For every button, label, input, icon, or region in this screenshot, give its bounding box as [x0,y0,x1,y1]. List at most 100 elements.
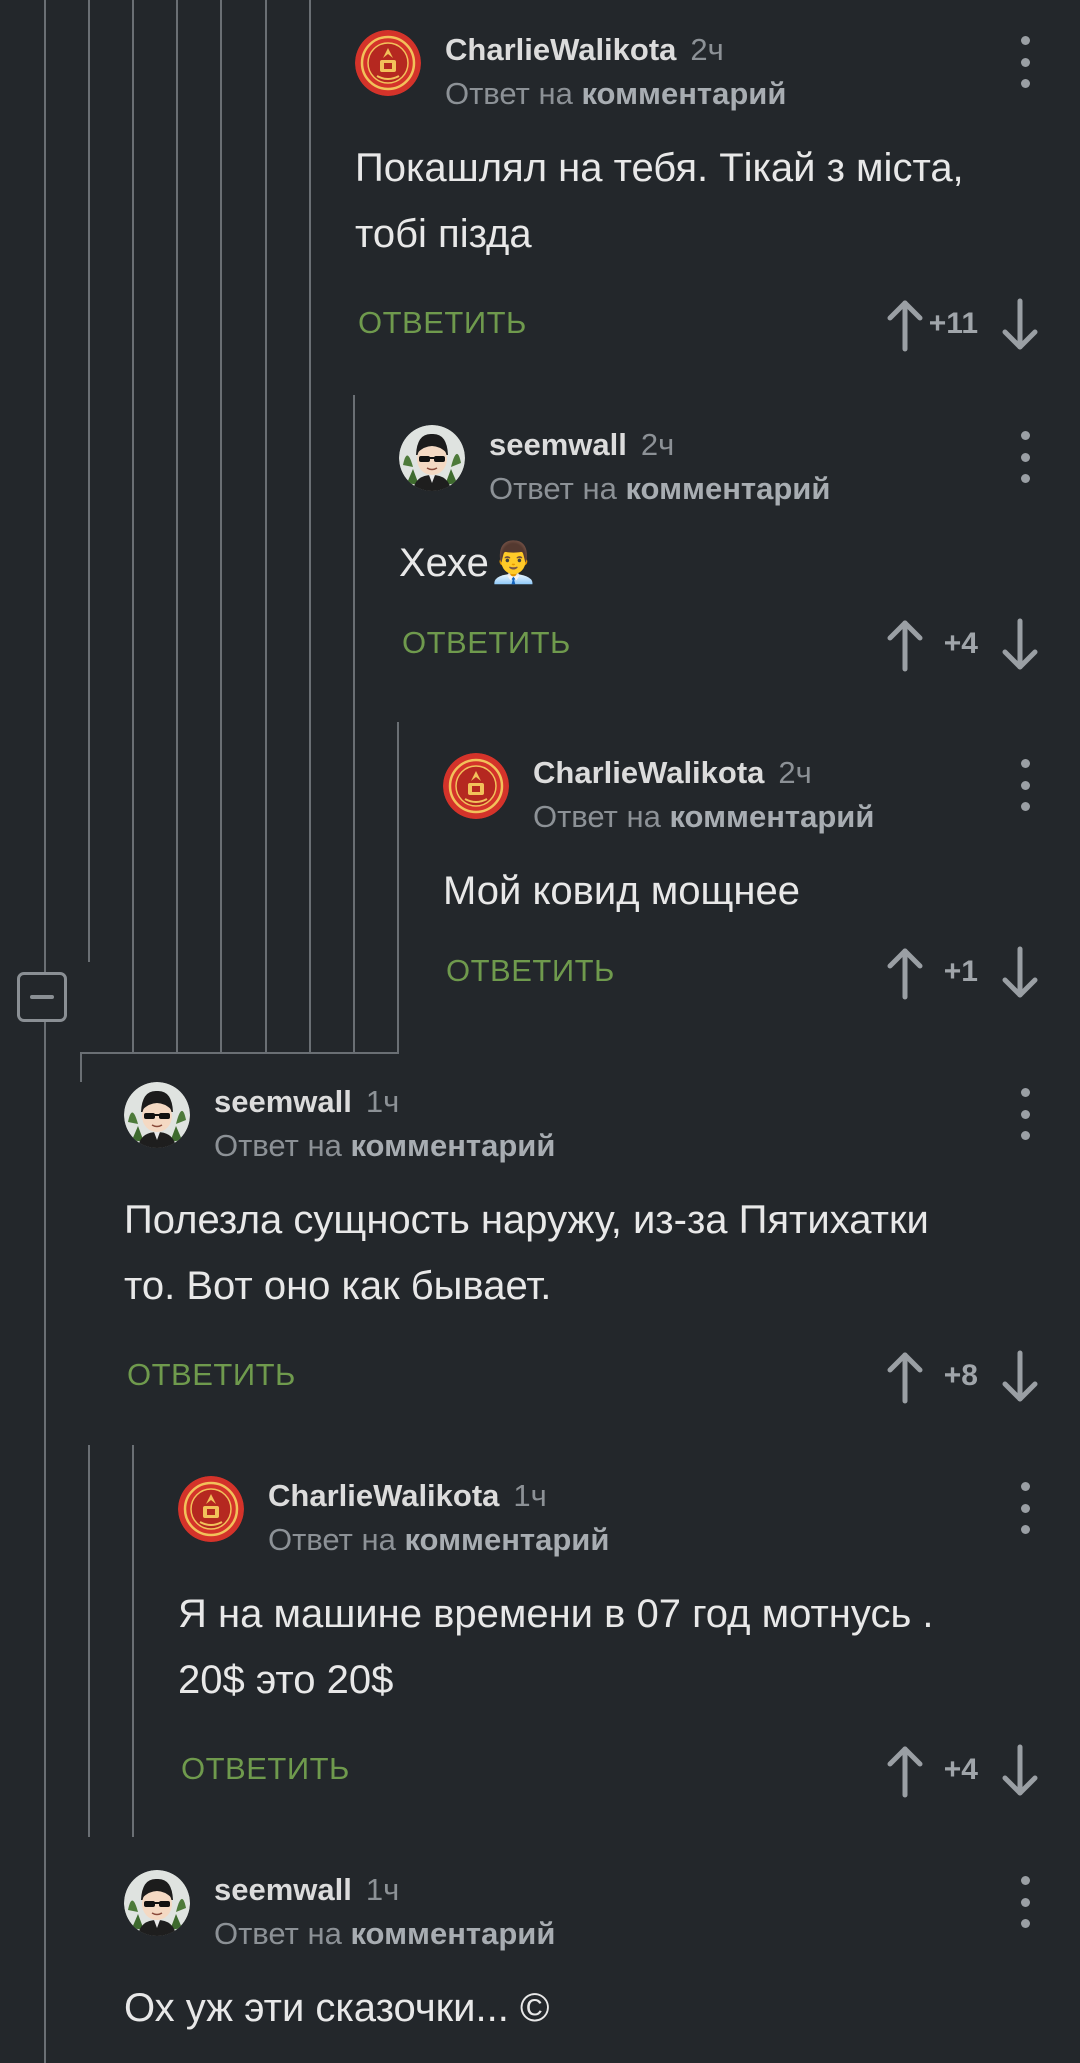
comment-score: +11 [928,307,978,340]
thread-connector [80,1052,399,1054]
reply-to: Ответ на комментарий [489,471,830,507]
reply-target-link[interactable]: комментарий [350,1916,555,1951]
reply-button[interactable]: ОТВЕТИТЬ [358,305,527,341]
thread-line [265,0,267,1052]
thread-line [80,1052,82,1082]
comment-actions: ОТВЕТИТЬ +4 [399,617,1040,673]
arrow-up-icon[interactable] [885,1743,925,1799]
avatar[interactable] [124,1870,190,1936]
thread-line [220,0,222,1052]
comment-text-line: Хехе👨‍💼 [399,541,539,585]
thread-line [397,722,399,1052]
reply-button[interactable]: ОТВЕТИТЬ [181,1751,350,1787]
reply-to: Ответ на комментарий [533,799,874,835]
thread-line [309,0,311,1052]
reply-prefix: Ответ на [533,799,661,834]
thread-line [132,0,134,1052]
arrow-down-icon[interactable] [1000,297,1040,353]
reply-to: Ответ на комментарий [268,1522,609,1558]
comment: seemwall 1ч Ответ на комментарий Полезла су… [124,1082,1040,1405]
reply-button[interactable]: ОТВЕТИТЬ [127,1357,296,1393]
username-text: seemwall [489,427,627,462]
comment-text-line: Мой ковид мощнее [443,869,800,913]
username[interactable]: CharlieWalikota 1ч [268,1478,547,1514]
reply-prefix: Ответ на [268,1522,396,1557]
username[interactable]: seemwall 1ч [214,1084,399,1120]
thread-line [88,0,90,962]
reply-button[interactable]: ОТВЕТИТЬ [446,953,615,989]
comment-time: 2ч [640,427,675,462]
comment-text-line: то. Вот оно как бывает. [124,1264,552,1308]
comment-time: 1ч [365,1084,400,1119]
thread-line [44,0,46,2063]
comment: CharlieWalikota 2ч Ответ на комментарий Мой… [443,753,1040,1003]
avatar[interactable] [178,1476,244,1542]
reply-target-link[interactable]: комментарий [669,799,874,834]
reply-target-link[interactable]: комментарий [350,1128,555,1163]
arrow-down-icon[interactable] [1000,1743,1040,1799]
reply-to: Ответ на комментарий [214,1128,555,1164]
comment-time: 1ч [513,1478,547,1513]
username-text: seemwall [214,1872,352,1907]
reply-prefix: Ответ на [489,471,617,506]
comment-text-line: 20$ это 20$ [178,1658,394,1702]
comment-text: Хехе👨‍💼 [399,530,1030,596]
comment-actions: ОТВЕТИТЬ +4 [178,1743,1040,1799]
username[interactable]: seemwall 1ч [214,1872,399,1908]
comment-text: Полезла сущность наружу, из-за Пятихатки… [124,1187,1030,1319]
comment-text-line: тобі пізда [355,212,532,256]
arrow-down-icon[interactable] [1000,1349,1040,1405]
reply-prefix: Ответ на [214,1128,342,1163]
thread-line [176,0,178,1052]
avatar[interactable] [399,425,465,491]
comment-text-line: Я на машине времени в 07 год мотнусь . [178,1592,934,1636]
reply-target-link[interactable]: комментарий [404,1522,609,1557]
username-text: CharlieWalikota [533,755,765,790]
arrow-down-icon[interactable] [1000,945,1040,1001]
comment-score: +4 [943,1753,978,1786]
reply-prefix: Ответ на [445,76,573,111]
arrow-down-icon[interactable] [1000,617,1040,673]
username[interactable]: CharlieWalikota 2ч [445,32,724,68]
avatar[interactable] [443,753,509,819]
reply-target-link[interactable]: комментарий [581,76,786,111]
more-vertical-icon[interactable] [1010,1482,1040,1534]
arrow-up-icon[interactable] [885,617,925,673]
more-vertical-icon[interactable] [1010,1088,1040,1140]
comment: CharlieWalikota 1ч Ответ на комментарий Я н… [178,1476,1040,1799]
collapse-minus-icon[interactable] [17,972,67,1022]
comment-time: 2ч [690,32,724,67]
username-text: CharlieWalikota [268,1478,500,1513]
minus-glyph [30,995,54,999]
arrow-up-icon[interactable] [885,297,925,353]
more-vertical-icon[interactable] [1010,759,1040,811]
comment: CharlieWalikota 2ч Ответ на комментарий Пок… [355,30,1040,353]
comment-time: 2ч [778,755,812,790]
comment-actions: ОТВЕТИТЬ +1 [443,945,1040,1001]
arrow-up-icon[interactable] [885,1349,925,1405]
thread-line [132,1445,134,1837]
avatar[interactable] [355,30,421,96]
arrow-up-icon[interactable] [885,945,925,1001]
comment-text-line: Полезла сущность наружу, из-за Пятихатки [124,1198,929,1242]
thread-line [88,1445,90,1837]
more-vertical-icon[interactable] [1010,36,1040,88]
username[interactable]: CharlieWalikota 2ч [533,755,812,791]
avatar[interactable] [124,1082,190,1148]
more-vertical-icon[interactable] [1010,1876,1040,1928]
comment: seemwall 1ч Ответ на комментарий Ох уж эти … [124,1870,1040,2063]
reply-target-link[interactable]: комментарий [625,471,830,506]
comment-text: Покашлял на тебя. Тікай з міста, тобі піз… [355,135,1030,267]
reply-prefix: Ответ на [214,1916,342,1951]
username[interactable]: seemwall 2ч [489,427,674,463]
comment-actions: ОТВЕТИТЬ +11 [355,297,1040,353]
reply-to: Ответ на комментарий [445,76,786,112]
comment-score: +4 [943,627,978,660]
comment-text-line: Ох уж эти сказочки... © [124,1986,550,2030]
reply-to: Ответ на комментарий [214,1916,555,1952]
username-text: seemwall [214,1084,352,1119]
more-vertical-icon[interactable] [1010,431,1040,483]
comment-score: +8 [943,1359,978,1392]
comment: seemwall 2ч Ответ на комментарий Хехе👨‍💼 ОТВ… [399,425,1040,675]
reply-button[interactable]: ОТВЕТИТЬ [402,625,571,661]
